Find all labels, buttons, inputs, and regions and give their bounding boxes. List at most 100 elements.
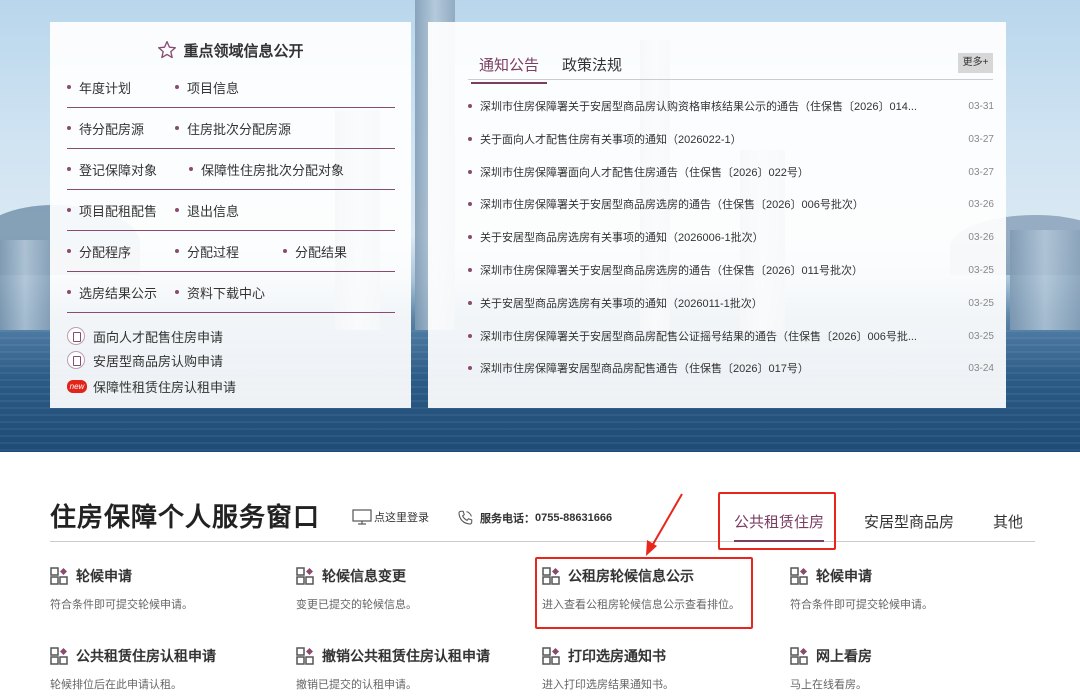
notice-title: 深圳市住房保障署关于安居型商品房选房的通告（住保售〔2026〕011号批次） [480, 265, 864, 277]
service-item-waitlist-application-2[interactable]: 轮候申请 符合条件即可提交轮候申请。 [790, 566, 1010, 614]
bullet-icon [67, 167, 71, 171]
link-housing-to-allocate[interactable]: 待分配房源 [67, 119, 175, 138]
bullet-icon [67, 208, 71, 212]
service-item-waitlist-info-change[interactable]: 轮候信息变更 变更已提交的轮候信息。 [296, 566, 516, 614]
service-item-online-viewing[interactable]: 网上看房 马上在线看房。 [790, 646, 1010, 694]
bullet-icon [468, 301, 472, 305]
more-button[interactable]: 更多+ [958, 53, 993, 73]
grid-icon [50, 567, 68, 585]
tab-policies[interactable]: 政策法规 [562, 54, 622, 75]
key-areas-panel: 重点领域信息公开 年度计划 项目信息 待分配房源 住房批次分配房源 登记保障对象… [50, 22, 411, 408]
link-label: 住房批次分配房源 [187, 121, 292, 137]
service-item-title: 网上看房 [816, 648, 872, 664]
notice-item[interactable]: 深圳市住房保障署安居型商品房配售通告（住保售〔2026〕017号） 03-24 [468, 358, 994, 378]
grid-icon [542, 647, 560, 665]
service-item-waitlist-application[interactable]: 轮候申请 符合条件即可提交轮候申请。 [50, 566, 270, 614]
key-areas-title: 重点领域信息公开 [50, 40, 411, 61]
bullet-icon [189, 167, 193, 171]
notice-item[interactable]: 深圳市住房保障署面向人才配售住房通告（住保售〔2026〕022号） 03-27 [468, 162, 994, 182]
bullet-icon [468, 268, 472, 272]
link-label: 安居型商品房认购申请 [93, 353, 224, 369]
notice-item[interactable]: 关于面向人才配售住房有关事项的通知（2026022-1） 03-27 [468, 129, 994, 149]
notice-item[interactable]: 深圳市住房保障署关于安居型商品房配售公证摇号结果的通告（住保售〔2026〕006… [468, 326, 994, 346]
key-areas-row: 项目配租配售 退出信息 [67, 190, 395, 231]
key-areas-title-text: 重点领域信息公开 [183, 43, 304, 60]
highlight-box-service [535, 557, 753, 629]
service-item-desc: 进入打印选房结果通知书。 [542, 679, 674, 691]
phone-icon [458, 510, 473, 525]
service-item-desc: 符合条件即可提交轮候申请。 [50, 599, 193, 611]
bullet-icon [468, 334, 472, 338]
service-item-desc: 符合条件即可提交轮候申请。 [790, 599, 933, 611]
document-icon [67, 327, 85, 345]
login-link[interactable]: 点这里登录 [352, 509, 429, 525]
service-item-title: 轮候申请 [816, 568, 872, 584]
category-divider [50, 541, 1035, 542]
service-item-cancel-rental-application[interactable]: 撤销公共租赁住房认租申请 撤销已提交的认租申请。 [296, 646, 516, 694]
notice-item[interactable]: 关于安居型商品房选房有关事项的通知（2026006-1批次） 03-26 [468, 227, 994, 247]
bullet-icon [468, 235, 472, 239]
star-icon [158, 41, 177, 59]
link-label: 项目信息 [187, 80, 240, 96]
key-areas-row: 待分配房源 住房批次分配房源 [67, 108, 395, 149]
link-exit-info[interactable]: 退出信息 [175, 201, 239, 220]
service-phone: 服务电话： 0755-88631666 [456, 509, 612, 527]
notices-panel: 通知公告 政策法规 更多+ 深圳市住房保障署关于安居型商品房认购资格审核结果公示… [428, 22, 1006, 408]
link-allocation-process[interactable]: 分配过程 [175, 242, 283, 261]
service-item-desc: 轮候排位后在此申请认租。 [50, 679, 182, 691]
link-label: 资料下载中心 [187, 285, 266, 301]
monitor-icon [352, 509, 372, 525]
service-item-title: 轮候申请 [76, 568, 132, 584]
link-project-info[interactable]: 项目信息 [175, 78, 239, 97]
notices-tabs: 通知公告 政策法规 [468, 46, 993, 84]
link-batch-objects[interactable]: 保障性住房批次分配对象 [189, 160, 344, 179]
bullet-icon [283, 249, 287, 253]
bullet-icon [175, 126, 179, 130]
notice-item[interactable]: 关于安居型商品房选房有关事项的通知（2026011-1批次） 03-25 [468, 293, 994, 313]
notice-date: 03-25 [968, 330, 994, 342]
tab-other[interactable]: 其他 [993, 511, 1023, 532]
login-label: 点这里登录 [374, 512, 429, 524]
service-item-rental-application[interactable]: 公共租赁住房认租申请 轮候排位后在此申请认租。 [50, 646, 270, 694]
service-item-desc: 马上在线看房。 [790, 679, 867, 691]
link-registered-objects[interactable]: 登记保障对象 [67, 160, 189, 179]
notice-date: 03-24 [968, 362, 994, 374]
notice-title: 深圳市住房保障署面向人才配售住房通告（住保售〔2026〕022号） [480, 167, 809, 179]
bullet-icon [175, 208, 179, 212]
link-label: 待分配房源 [79, 121, 145, 137]
key-areas-row: 选房结果公示 资料下载中心 [67, 272, 395, 313]
notice-item[interactable]: 深圳市住房保障署关于安居型商品房选房的通告（住保售〔2026〕011号批次） 03… [468, 260, 994, 280]
service-item-print-notice[interactable]: 打印选房通知书 进入打印选房结果通知书。 [542, 646, 762, 694]
grid-icon [296, 647, 314, 665]
notice-date: 03-25 [968, 297, 994, 309]
link-annual-plan[interactable]: 年度计划 [67, 78, 175, 97]
link-allocation-result[interactable]: 分配结果 [283, 242, 347, 261]
bullet-icon [67, 290, 71, 294]
highlight-box-category [718, 492, 836, 550]
link-label: 分配过程 [187, 244, 240, 260]
link-project-allocation[interactable]: 项目配租配售 [67, 201, 175, 220]
bullet-icon [468, 170, 472, 174]
phone-label: 服务电话： [480, 513, 535, 525]
red-arrow-icon [646, 493, 683, 556]
notice-title: 关于安居型商品房选房有关事项的通知（2026011-1批次） [480, 298, 763, 310]
link-rental-housing-application[interactable]: new 保障性租赁住房认租申请 [67, 375, 236, 397]
grid-icon [790, 567, 808, 585]
notice-item[interactable]: 深圳市住房保障署关于安居型商品房认购资格审核结果公示的通告（住保售〔2026〕0… [468, 96, 994, 116]
tab-notices[interactable]: 通知公告 [470, 54, 548, 84]
skyscraper [0, 240, 50, 330]
tab-affordable-housing[interactable]: 安居型商品房 [864, 511, 954, 532]
notice-title: 深圳市住房保障署关于安居型商品房认购资格审核结果公示的通告（住保售〔2026〕0… [480, 101, 917, 113]
notice-item[interactable]: 深圳市住房保障署关于安居型商品房选房的通告（住保售〔2026〕006号批次） 03… [468, 194, 994, 214]
link-affordable-housing-application[interactable]: 安居型商品房认购申请 [67, 349, 223, 371]
bullet-icon [468, 366, 472, 370]
link-allocation-procedure[interactable]: 分配程序 [67, 242, 175, 261]
link-label: 保障性租赁住房认租申请 [93, 379, 237, 395]
link-selection-result[interactable]: 选房结果公示 [67, 283, 175, 302]
link-talent-housing-application[interactable]: 面向人才配售住房申请 [67, 325, 223, 347]
notice-date: 03-26 [968, 198, 994, 210]
link-download-center[interactable]: 资料下载中心 [175, 283, 265, 302]
notice-title: 关于安居型商品房选房有关事项的通知（2026006-1批次） [480, 232, 764, 244]
notice-date: 03-26 [968, 231, 994, 243]
link-batch-housing[interactable]: 住房批次分配房源 [175, 119, 291, 138]
